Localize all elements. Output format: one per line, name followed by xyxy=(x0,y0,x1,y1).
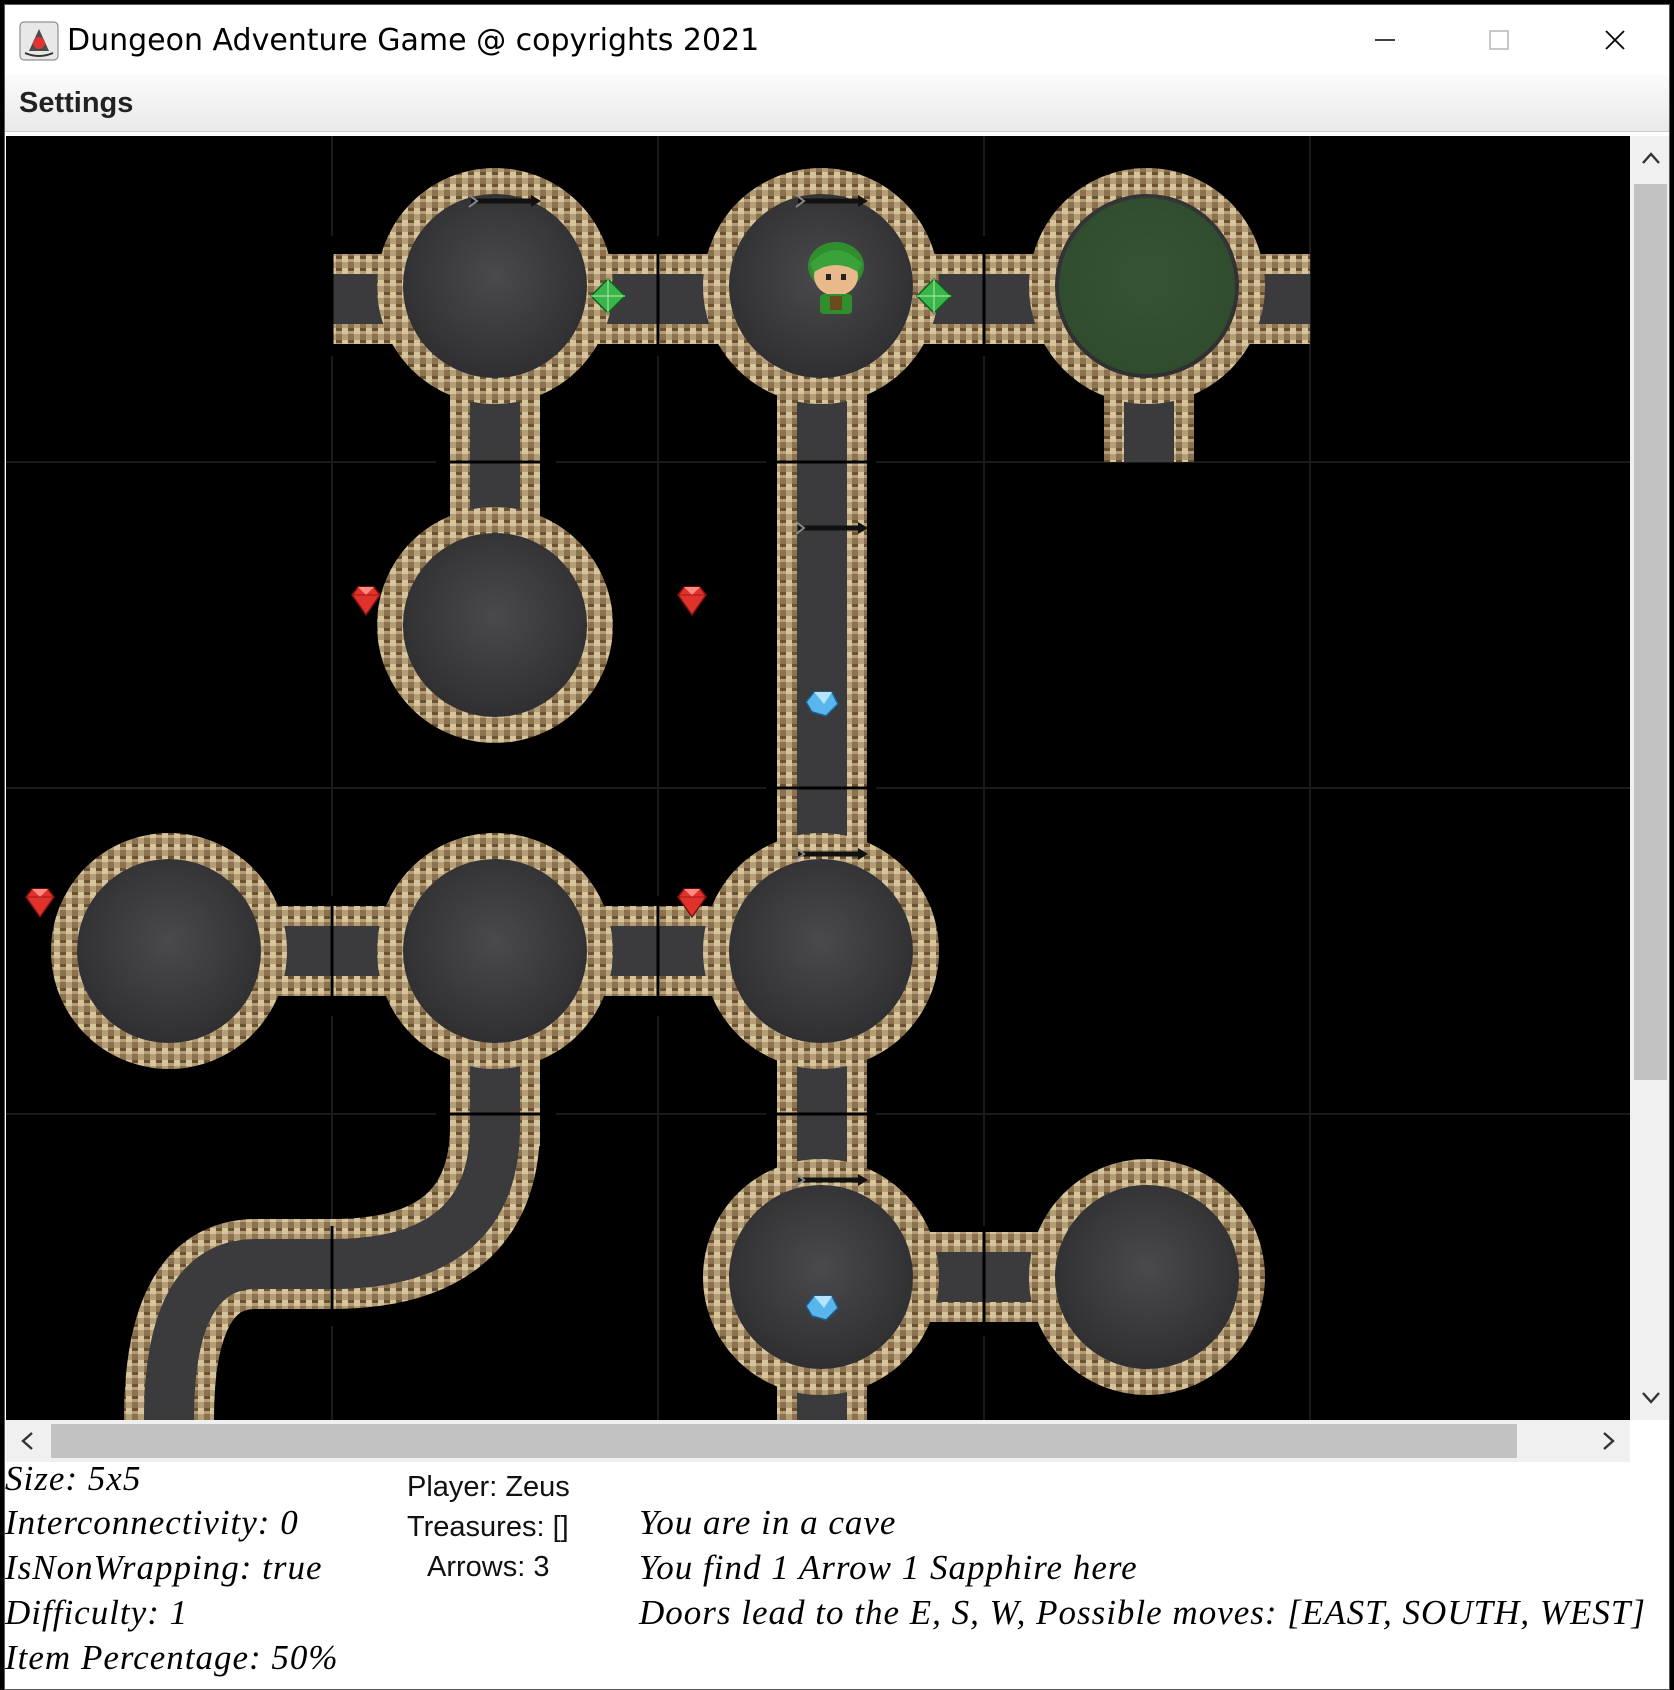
non-wrapping-label: IsNonWrapping: true xyxy=(5,1548,323,1587)
settings-menu[interactable]: Settings xyxy=(19,87,133,120)
ruby-icon xyxy=(25,888,55,918)
green-smell-marker xyxy=(1059,198,1235,374)
vertical-scroll-thumb[interactable] xyxy=(1634,184,1667,1080)
chevron-right-icon xyxy=(1603,1432,1615,1450)
items-message: You find 1 Arrow 1 Sapphire here xyxy=(639,1548,1138,1587)
dungeon-map xyxy=(6,136,1630,1420)
window-title: Dungeon Adventure Game @ copyrights 2021 xyxy=(67,23,760,58)
chevron-up-icon xyxy=(1641,152,1660,164)
arrows-count-label: Arrows: 3 xyxy=(427,1551,550,1583)
close-button[interactable] xyxy=(1565,5,1665,75)
cave-3-3 xyxy=(1029,1159,1265,1395)
minimize-button[interactable] xyxy=(1335,5,1435,75)
dungeon-map-viewport xyxy=(6,136,1630,1420)
close-icon xyxy=(1605,30,1625,50)
moves-message: Doors lead to the E, S, W, Possible move… xyxy=(639,1593,1646,1632)
vertical-scrollbar[interactable] xyxy=(1630,136,1669,1420)
java-icon xyxy=(19,21,59,61)
ruby-icon xyxy=(351,586,381,616)
game-window: Dungeon Adventure Game @ copyrights 2021… xyxy=(4,4,1670,1690)
interconnectivity-label: Interconnectivity: 0 xyxy=(5,1503,299,1542)
difficulty-label: Difficulty: 1 xyxy=(5,1593,189,1632)
chevron-down-icon xyxy=(1641,1392,1660,1404)
cave-3-2 xyxy=(703,1159,939,1395)
cave-1-1 xyxy=(377,507,613,743)
ruby-icon xyxy=(677,586,707,616)
size-label: Size: 5x5 xyxy=(5,1459,142,1498)
chevron-left-icon xyxy=(21,1432,33,1450)
horizontal-scroll-thumb[interactable] xyxy=(51,1424,1517,1458)
maximize-button[interactable] xyxy=(1449,5,1549,75)
minimize-icon xyxy=(1375,39,1395,41)
status-panel: Size: 5x5 Interconnectivity: 0 IsNonWrap… xyxy=(5,1459,1669,1689)
cave-0-3 xyxy=(1029,168,1265,404)
item-percentage-label: Item Percentage: 50% xyxy=(5,1638,339,1677)
location-message: You are in a cave xyxy=(639,1503,897,1542)
cave-2-0 xyxy=(51,833,287,1069)
maximize-icon xyxy=(1489,30,1509,50)
player-name-label: Player: Zeus xyxy=(407,1471,570,1503)
cave-2-1 xyxy=(377,833,613,1069)
scroll-right-button[interactable] xyxy=(1588,1420,1630,1462)
scroll-up-button[interactable] xyxy=(1630,136,1669,180)
horizontal-scrollbar[interactable] xyxy=(6,1420,1630,1462)
scroll-down-button[interactable] xyxy=(1630,1376,1669,1420)
cave-2-2 xyxy=(703,833,939,1069)
menu-bar: Settings xyxy=(5,75,1669,132)
treasures-label: Treasures: [] xyxy=(407,1511,569,1543)
title-bar: Dungeon Adventure Game @ copyrights 2021 xyxy=(5,5,1669,75)
scroll-left-button[interactable] xyxy=(6,1420,48,1462)
